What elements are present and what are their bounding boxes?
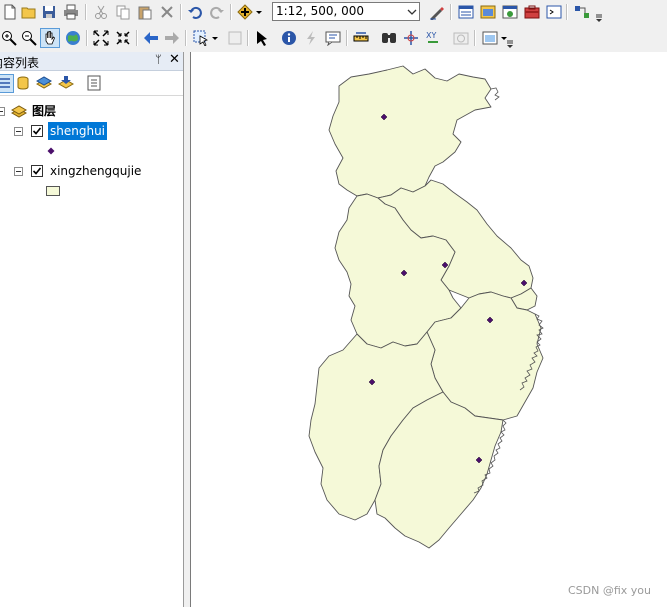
python-icon[interactable] [545,3,563,21]
select-features-icon[interactable] [192,29,210,47]
layers-icon [11,105,27,118]
polygon-symbol-icon [46,186,60,196]
zoom-out-icon[interactable] [20,29,38,47]
map-view[interactable]: CSDN @fix you [190,52,667,607]
xy-icon[interactable]: XY [424,29,442,47]
identify-icon[interactable] [280,29,298,47]
list-by-visibility-icon[interactable] [36,75,53,92]
full-extent-icon[interactable] [64,29,82,47]
find-icon[interactable] [380,29,398,47]
collapse-icon[interactable] [14,127,23,136]
list-by-source-icon[interactable] [15,75,32,92]
fixed-zoom-in-icon[interactable] [92,29,110,47]
save-icon[interactable] [40,3,58,21]
list-by-drawing-order-icon[interactable] [0,74,14,93]
toc-options-icon[interactable] [86,75,103,92]
goto-xy-icon[interactable] [402,29,420,47]
time-slider-icon[interactable] [452,29,470,47]
layout-view-icon[interactable] [457,3,475,21]
zoom-in-icon[interactable] [0,29,18,47]
cut-icon[interactable] [92,3,110,21]
select-dropdown-icon[interactable] [210,29,220,47]
point-symbol-icon [47,147,55,155]
map-scale-combobox[interactable]: 1:12, 500, 000 [272,2,420,21]
search-window-icon[interactable] [501,3,519,21]
table-of-contents-panel: 内容列表 ᛘ ✕ 图层 shenghui xingzhengqujie [0,52,184,607]
legend-symbol-polygon[interactable] [0,182,184,200]
forward-icon[interactable] [163,29,181,47]
map-scale-value: 1:12, 500, 000 [276,4,365,18]
close-icon[interactable]: ✕ [169,52,180,67]
layers-group-row[interactable]: 图层 [0,102,184,120]
model-builder-icon[interactable] [573,3,591,21]
list-by-selection-icon[interactable] [58,75,75,92]
collapse-icon[interactable] [14,167,23,176]
back-icon[interactable] [142,29,160,47]
measure-icon[interactable] [352,29,370,47]
watermark-text: CSDN @fix you [567,584,651,597]
layer-row-xingzhengqujie[interactable]: xingzhengqujie [0,162,184,180]
chevron-down-icon[interactable] [404,3,419,20]
delete-icon[interactable] [158,3,176,21]
editor-icon[interactable] [428,3,446,21]
tools-toolbar: XY [0,26,667,50]
toolbar-options-icon[interactable] [596,14,602,22]
copy-icon[interactable] [114,3,132,21]
layers-group-label: 图层 [32,104,57,118]
pin-icon[interactable]: ᛘ [155,53,162,66]
viewer-icon[interactable] [481,29,499,47]
toc-title: 内容列表 [0,56,40,70]
toc-header: 内容列表 ᛘ ✕ [0,52,183,71]
toc-toolbar [0,71,183,96]
layer-row-shenghui[interactable]: shenghui [0,122,184,140]
add-data-icon[interactable] [236,3,254,21]
map-canvas[interactable] [191,52,667,607]
fixed-zoom-out-icon[interactable] [114,29,132,47]
open-icon[interactable] [20,3,38,21]
undo-icon[interactable] [186,3,204,21]
clear-selection-icon[interactable] [226,29,244,47]
layer-name[interactable]: xingzhengqujie [50,162,141,180]
add-data-dropdown-icon[interactable] [254,3,264,21]
svg-text:XY: XY [426,31,436,40]
layer-visibility-checkbox[interactable] [31,165,43,177]
legend-symbol-point[interactable] [0,142,184,160]
redo-icon[interactable] [208,3,226,21]
region-polygon [328,65,492,199]
html-popup-icon[interactable] [324,29,342,47]
pan-icon[interactable] [40,28,60,48]
select-elements-icon[interactable] [253,29,271,47]
print-icon[interactable] [62,3,80,21]
catalog-icon[interactable] [479,3,497,21]
hyperlink-icon[interactable] [302,29,320,47]
new-icon[interactable] [1,3,19,21]
standard-toolbar: 1:12, 500, 000 [0,0,667,24]
layer-visibility-checkbox[interactable] [31,125,43,137]
arctoolbox-icon[interactable] [523,3,541,21]
collapse-icon[interactable] [0,107,5,116]
paste-icon[interactable] [136,3,154,21]
layer-name[interactable]: shenghui [48,122,108,140]
toolbar-options-icon[interactable] [507,40,513,48]
